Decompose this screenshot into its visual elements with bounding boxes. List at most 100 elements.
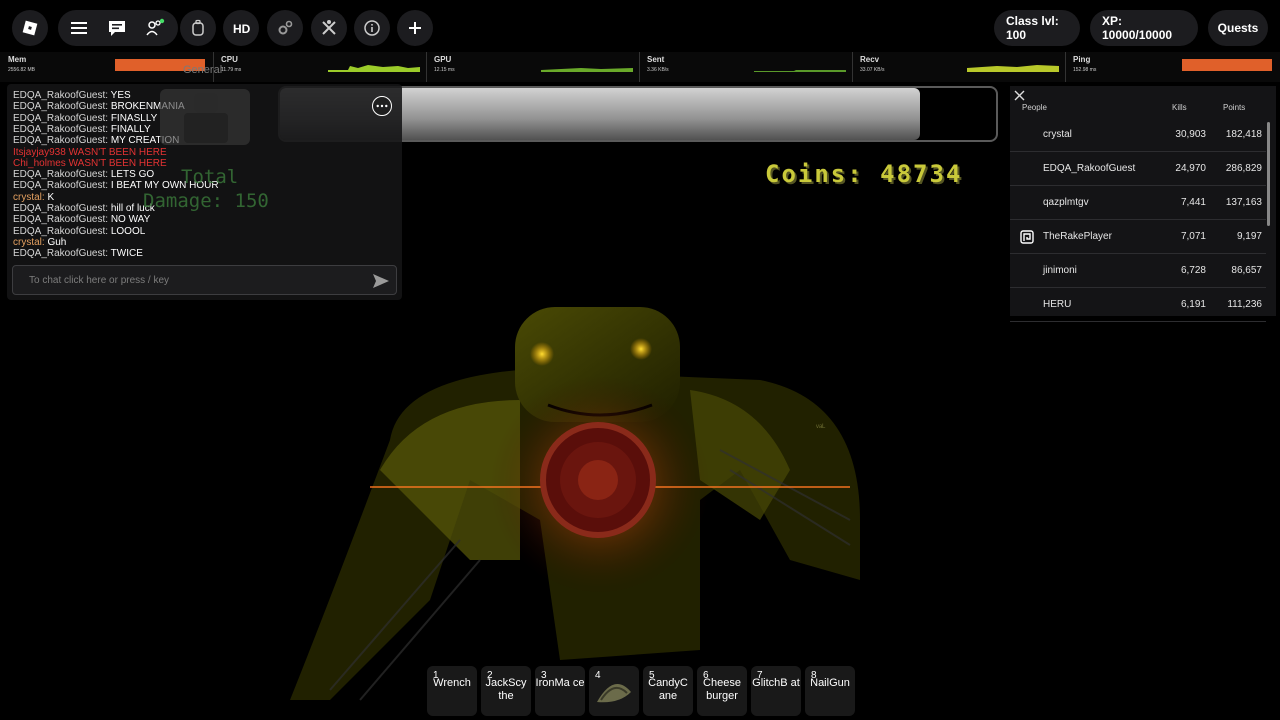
damage-value: Damage: 150 [143, 190, 269, 212]
backpack-icon [192, 19, 204, 36]
settings-button[interactable] [267, 10, 303, 46]
leaderboard-row[interactable]: EDQA_RakoofGuest 24,970 286,829 [1010, 152, 1266, 186]
stat-label: GPU [434, 55, 452, 64]
player-kills: 7,071 [1180, 231, 1206, 242]
roblox-logo-button[interactable] [12, 10, 48, 46]
stat-graph [967, 65, 1059, 72]
send-icon[interactable] [372, 272, 390, 290]
chat-message: crystal: Guh [13, 237, 66, 249]
chat-message: EDQA_RakoofGuest: LETS GO [13, 169, 154, 181]
chat-message: EDQA_RakoofGuest: FINALLY [13, 124, 151, 136]
stat-value: 12.15 ms [434, 67, 455, 73]
chat-message: EDQA_RakoofGuest: BROKENMANIA [13, 101, 185, 113]
player-points: 9,197 [1236, 231, 1262, 242]
stat-gpu[interactable]: GPU 12.15 ms [426, 52, 639, 82]
player-kills: 24,970 [1175, 163, 1206, 174]
stat-bar [1182, 59, 1272, 71]
chat-sender[interactable]: EDQA_RakoofGuest: [13, 169, 108, 180]
backpack-button[interactable] [180, 10, 216, 46]
stat-cpu[interactable]: CPU 11.79 ms [213, 52, 426, 82]
chat-text: TWICE [108, 248, 143, 260]
stat-ping[interactable]: Ping 152.98 ms [1065, 52, 1280, 82]
plus-icon [409, 22, 421, 34]
player-points: 86,657 [1231, 265, 1262, 276]
stat-label: Sent [647, 55, 665, 64]
hotbar-slot[interactable]: 3 IronMa ce [535, 666, 585, 716]
taco-icon [597, 684, 631, 703]
hotbar-slot[interactable]: 2 JackScy the [481, 666, 531, 716]
chat-sender[interactable]: EDQA_RakoofGuest: [13, 203, 108, 214]
stat-value: 3.36 KB/s [647, 67, 669, 73]
slot-label: Wrench [433, 677, 471, 689]
emote-button[interactable] [311, 10, 347, 46]
chat-toggle-button[interactable] [98, 10, 136, 46]
chat-input[interactable]: To chat click here or press / key [12, 265, 397, 295]
chat-text: LOOOL [108, 225, 146, 237]
slot-label: Cheese burger [703, 677, 741, 702]
leaderboard: People Kills Points crystal 30,903 182,418… [1010, 86, 1276, 322]
chat-sender[interactable]: EDQA_RakoofGuest: [13, 124, 108, 135]
stat-mem[interactable]: Mem 2556.82 MB [0, 52, 213, 82]
close-icon[interactable] [1014, 90, 1025, 101]
add-button[interactable] [397, 10, 433, 46]
stat-recv[interactable]: Recv 33.07 KB/s [852, 52, 1065, 82]
people-button[interactable] [136, 10, 174, 46]
chat-message: Chi_holmes WASN'T BEEN HERE [13, 158, 167, 170]
hotbar-slot[interactable]: 4 [589, 666, 639, 716]
tools-icon [322, 20, 336, 35]
leaderboard-row[interactable]: jinimoni 6,728 86,657 [1010, 254, 1266, 288]
hotbar-slot[interactable]: 6 Cheese burger [697, 666, 747, 716]
chat-message: EDQA_RakoofGuest: YES [13, 90, 131, 102]
chat-sender[interactable]: crystal: [13, 237, 45, 248]
chat-sender[interactable]: EDQA_RakoofGuest: [13, 135, 108, 146]
scrollbar[interactable] [1267, 122, 1270, 226]
chat-sender[interactable]: EDQA_RakoofGuest: [13, 180, 108, 191]
more-options-button[interactable] [372, 96, 392, 116]
damage-label: Total [181, 166, 239, 188]
coins-counter: Coins: 48734 [765, 160, 963, 188]
hotbar-slot[interactable]: 5 CandyC ane [643, 666, 693, 716]
player-kills: 30,903 [1175, 129, 1206, 140]
player-points: 111,236 [1227, 299, 1262, 310]
chat-message: EDQA_RakoofGuest: hill of luck [13, 203, 155, 215]
player-kills: 7,441 [1180, 197, 1206, 208]
hotbar-slot[interactable]: 7 GlitchB at [751, 666, 801, 716]
menu-button[interactable] [60, 10, 98, 46]
stat-value: 152.98 ms [1073, 67, 1097, 73]
chat-sender[interactable]: Chi_holmes [13, 158, 66, 169]
leaderboard-row[interactable]: TheRakePlayer 7,071 9,197 [1010, 220, 1266, 254]
chat-sender[interactable]: EDQA_RakoofGuest: [13, 90, 108, 101]
chat-text: K [44, 191, 55, 203]
chat-sender[interactable]: crystal: [13, 192, 45, 203]
stat-label: CPU [221, 55, 238, 64]
player-points: 182,418 [1225, 129, 1262, 140]
ellipsis-icon [376, 104, 388, 108]
stat-sent[interactable]: Sent 3.36 KB/s [639, 52, 852, 82]
slot-label: GlitchB at [752, 677, 800, 689]
chat-sender[interactable]: EDQA_RakoofGuest: [13, 248, 108, 259]
chat-sender[interactable]: EDQA_RakoofGuest: [13, 226, 108, 237]
hd-button[interactable]: HD [223, 10, 259, 46]
hotbar-slot[interactable]: 1 Wrench [427, 666, 477, 716]
chat-text: WASN'T BEEN HERE [65, 157, 167, 169]
player-points: 286,829 [1225, 163, 1262, 174]
player-name: crystal [1043, 129, 1072, 140]
chat-sender[interactable]: EDQA_RakoofGuest: [13, 113, 108, 124]
chat-sender[interactable]: EDQA_RakoofGuest: [13, 101, 108, 112]
chat-sender[interactable]: Itsjayjay938 [13, 147, 66, 158]
chat-tab-label: General [183, 64, 223, 76]
hotbar-slot[interactable]: 8 NailGun [805, 666, 855, 716]
player-kills: 6,191 [1180, 299, 1206, 310]
chat-sender[interactable]: EDQA_RakoofGuest: [13, 214, 108, 225]
leaderboard-row[interactable]: HERU 6,191 111,236 [1010, 288, 1266, 322]
quests-button[interactable]: Quests [1208, 10, 1268, 46]
leaderboard-row[interactable]: crystal 30,903 182,418 [1010, 118, 1266, 152]
roblox-logo-icon [22, 20, 38, 36]
leaderboard-row[interactable]: qazplmtgv 7,441 137,163 [1010, 186, 1266, 220]
stat-label: Mem [8, 55, 27, 64]
info-button[interactable] [354, 10, 390, 46]
stat-graph [541, 68, 633, 72]
svg-text:ᵛᵃᴸ: ᵛᵃᴸ [815, 422, 825, 432]
slot-label: CandyC ane [648, 677, 688, 702]
info-icon [364, 20, 380, 36]
